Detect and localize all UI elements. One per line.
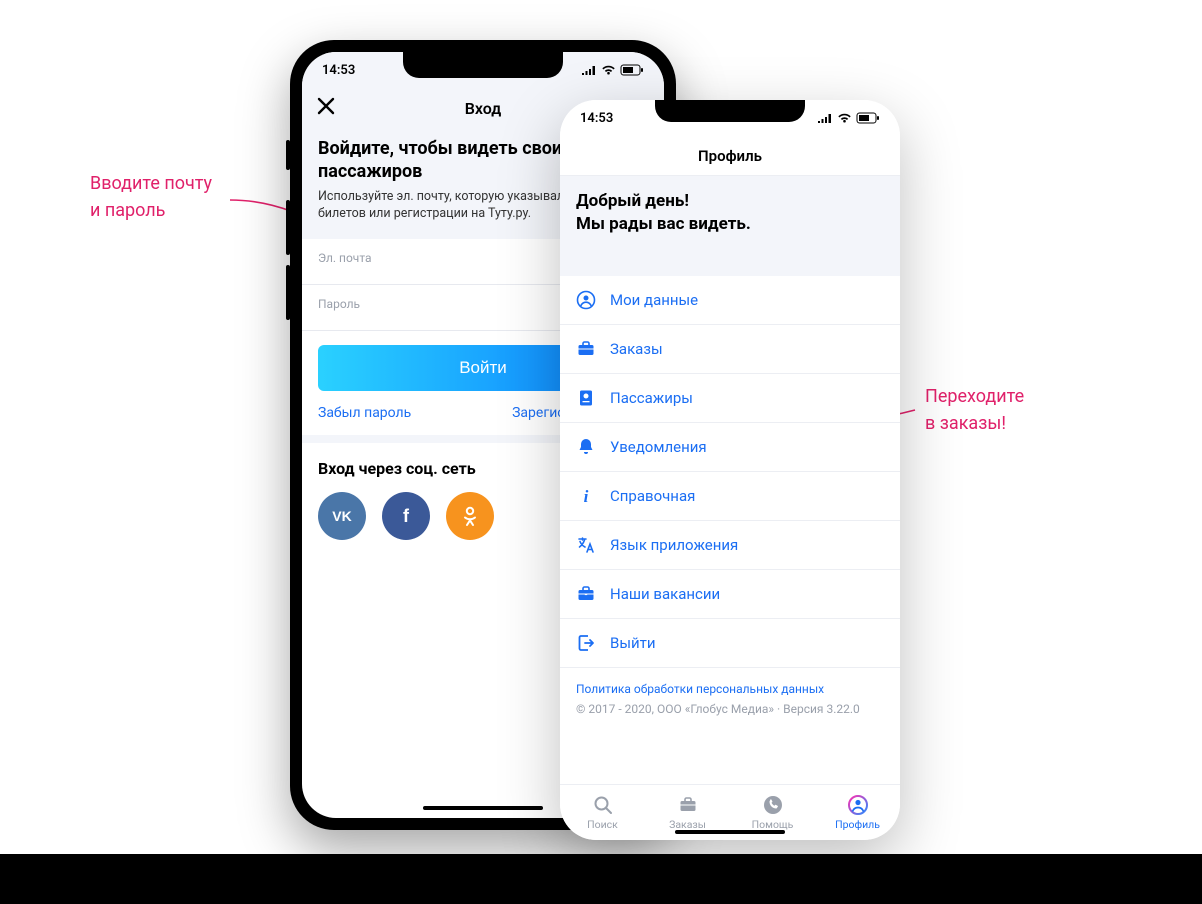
vk-button[interactable]: VK: [318, 492, 366, 540]
annotation-text: в заказы!: [925, 410, 1024, 437]
menu-item-справочная[interactable]: i Справочная: [560, 472, 900, 521]
wifi-icon: [837, 113, 852, 124]
menu-item-label: Наши вакансии: [610, 585, 720, 603]
briefcase-icon: [677, 794, 699, 816]
password-label: Пароль: [318, 297, 360, 311]
facebook-icon: f: [394, 504, 418, 528]
forgot-password-link[interactable]: Забыл пароль: [318, 405, 411, 421]
status-indicators: [581, 64, 644, 76]
menu-item-label: Пассажиры: [610, 389, 693, 407]
privacy-link[interactable]: Политика обработки персональных данных: [576, 682, 824, 696]
notch: [403, 52, 563, 78]
svg-text:i: i: [584, 487, 589, 506]
profile-menu: Мои данные Заказы Пассажиры Уведомления i Спр…: [560, 276, 900, 668]
login-button-label: Войти: [459, 358, 507, 377]
phone-side-button: [286, 200, 290, 255]
menu-item-язык-приложения[interactable]: Язык приложения: [560, 521, 900, 570]
home-indicator: [423, 806, 543, 810]
footer-legal: Политика обработки персональных данных ©…: [560, 668, 900, 722]
greeting: Добрый день! Мы рады вас видеть.: [560, 176, 900, 276]
ok-button[interactable]: [446, 492, 494, 540]
bell-icon: [576, 437, 596, 457]
menu-item-мои-данные[interactable]: Мои данные: [560, 276, 900, 325]
phone-icon: [762, 794, 784, 816]
bottom-bar: [0, 854, 1202, 904]
annotation-text: Переходите: [925, 383, 1024, 410]
svg-text:f: f: [403, 506, 410, 526]
passport-icon: [576, 388, 596, 408]
facebook-button[interactable]: f: [382, 492, 430, 540]
phone-profile: 14:53 Профиль Добрый день! Мы рады вас в…: [560, 100, 900, 840]
copyright: © 2017 - 2020, ООО «Глобус Медиа» · Верс…: [576, 702, 884, 716]
notch: [655, 100, 805, 122]
menu-item-label: Уведомления: [610, 438, 707, 456]
status-indicators: [817, 112, 880, 124]
menu-item-label: Заказы: [610, 340, 663, 358]
menu-item-label: Справочная: [610, 487, 695, 505]
annotation-text: и пароль: [90, 197, 212, 224]
user-circle-icon: [576, 290, 596, 310]
nav-title: Профиль: [698, 147, 762, 165]
menu-item-уведомления[interactable]: Уведомления: [560, 423, 900, 472]
nav-title: Вход: [465, 99, 502, 118]
briefcase-icon: [576, 339, 596, 359]
svg-text:VK: VK: [332, 508, 351, 524]
menu-item-пассажиры[interactable]: Пассажиры: [560, 374, 900, 423]
info-icon: i: [576, 486, 596, 506]
wifi-icon: [601, 65, 616, 76]
tab-label: Профиль: [835, 818, 880, 831]
battery-icon: [620, 64, 644, 76]
annotation-text: Вводите почту: [90, 170, 212, 197]
greeting-line: Мы рады вас видеть.: [576, 213, 884, 236]
tab-label: Поиск: [587, 818, 618, 831]
status-time: 14:53: [322, 63, 355, 78]
close-button[interactable]: [316, 96, 336, 120]
briefcase2-icon: [576, 584, 596, 604]
tab-поиск[interactable]: Поиск: [560, 785, 645, 840]
logout-icon: [576, 633, 596, 653]
translate-icon: [576, 535, 596, 555]
tab-профиль[interactable]: Профиль: [815, 785, 900, 840]
menu-item-наши-вакансии[interactable]: Наши вакансии: [560, 570, 900, 619]
nav-bar: Профиль: [560, 136, 900, 176]
cellular-icon: [817, 113, 833, 124]
ok-icon: [459, 505, 481, 527]
menu-item-label: Выйти: [610, 634, 656, 652]
user-circle-icon: [847, 794, 869, 816]
annotation-orders: Переходите в заказы!: [925, 383, 1024, 437]
menu-item-label: Язык приложения: [610, 536, 738, 554]
cellular-icon: [581, 65, 597, 76]
menu-item-заказы[interactable]: Заказы: [560, 325, 900, 374]
phone-side-button: [286, 265, 290, 320]
status-time: 14:53: [580, 111, 613, 126]
menu-item-label: Мои данные: [610, 291, 698, 309]
home-indicator: [675, 830, 785, 834]
battery-icon: [856, 112, 880, 124]
close-icon: [316, 96, 336, 116]
annotation-email: Вводите почту и пароль: [90, 170, 212, 224]
greeting-line: Добрый день!: [576, 190, 884, 213]
vk-icon: VK: [330, 504, 354, 528]
phone-side-button: [286, 140, 290, 170]
menu-item-выйти[interactable]: Выйти: [560, 619, 900, 668]
search-icon: [592, 794, 614, 816]
email-label: Эл. почта: [318, 251, 372, 265]
